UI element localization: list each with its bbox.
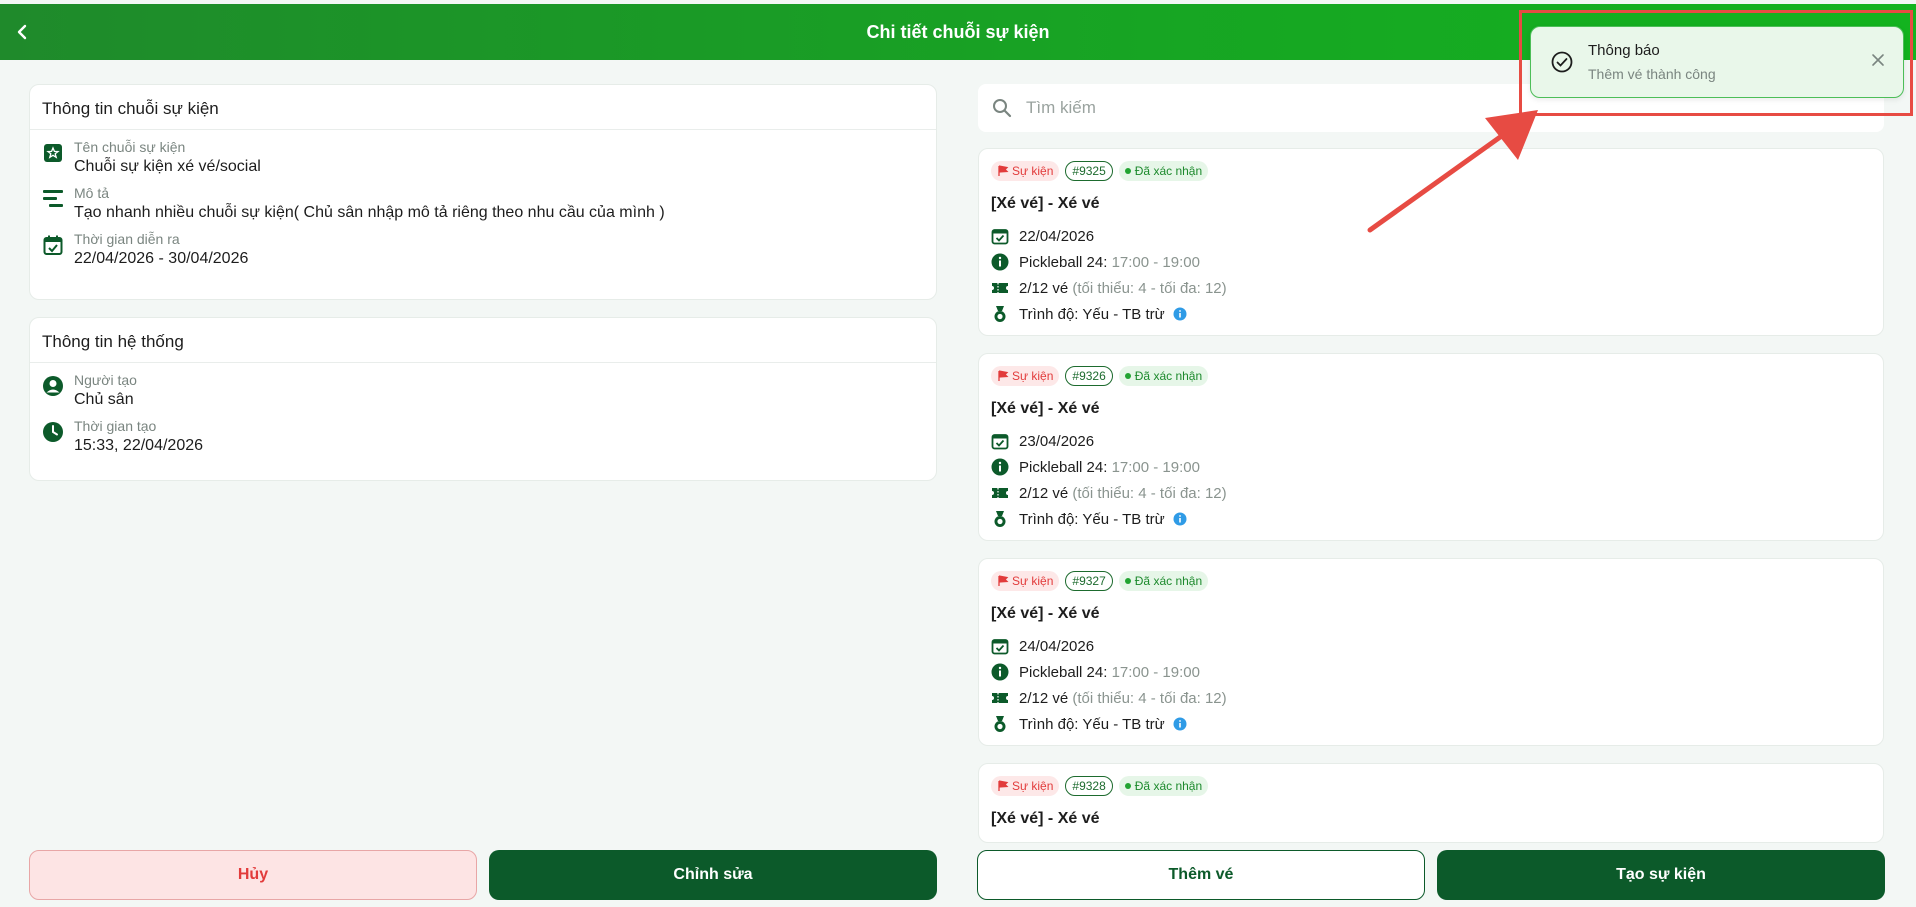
event-tag: Sự kiện bbox=[991, 366, 1060, 386]
description-icon bbox=[43, 190, 63, 207]
series-name-value: Chuỗi sự kiện xé vé/social bbox=[74, 158, 261, 175]
annotation-highlight-box bbox=[1519, 10, 1913, 116]
cancel-button[interactable]: Hủy bbox=[29, 850, 477, 900]
event-court-row: Pickleball 24: 17:00 - 19:00 bbox=[991, 249, 1871, 275]
page-title: Chi tiết chuỗi sự kiện bbox=[866, 21, 1050, 42]
badge-star-icon bbox=[44, 144, 62, 162]
system-info-title: Thông tin hệ thống bbox=[30, 318, 936, 363]
annotation-arrow-icon bbox=[1367, 110, 1538, 233]
info-icon bbox=[991, 253, 1009, 271]
flag-icon bbox=[998, 370, 1009, 381]
creator-value: Chủ sân bbox=[74, 391, 134, 408]
event-id-badge: #9326 bbox=[1065, 366, 1113, 386]
calendar-check-icon bbox=[991, 434, 1009, 450]
series-desc-label: Mô tả bbox=[74, 185, 110, 201]
info-circle-icon[interactable] bbox=[1173, 717, 1187, 731]
event-ticket-row: 2/12 vé (tối thiểu: 4 - tối đa: 12) bbox=[991, 480, 1871, 506]
series-info-title: Thông tin chuỗi sự kiện bbox=[30, 85, 936, 130]
series-time-label: Thời gian diễn ra bbox=[74, 231, 180, 247]
create-event-button[interactable]: Tạo sự kiện bbox=[1437, 850, 1885, 900]
series-name-row: Tên chuỗi sự kiện Chuỗi sự kiện xé vé/so… bbox=[42, 138, 924, 178]
calendar-check-icon bbox=[991, 229, 1009, 245]
series-time-row: Thời gian diễn ra 22/04/2026 - 30/04/202… bbox=[42, 230, 924, 270]
ticket-icon bbox=[992, 693, 1008, 703]
created-time-label: Thời gian tạo bbox=[74, 418, 157, 434]
flag-icon bbox=[998, 780, 1009, 791]
event-card[interactable]: Sự kiện #9328 Đã xác nhận [Xé vé] - Xé v… bbox=[978, 763, 1884, 843]
status-badge: Đã xác nhận bbox=[1118, 161, 1209, 181]
clock-icon bbox=[43, 422, 63, 442]
medal-icon bbox=[994, 511, 1006, 527]
search-icon bbox=[993, 99, 1012, 118]
event-court-row: Pickleball 24: 17:00 - 19:00 bbox=[991, 659, 1871, 685]
event-date-row: 24/04/2026 bbox=[991, 633, 1871, 659]
event-title: [Xé vé] - Xé vé bbox=[991, 810, 1100, 827]
event-level-row: Trình độ: Yếu - TB trừ bbox=[991, 711, 1871, 737]
event-date-row: 23/04/2026 bbox=[991, 428, 1871, 454]
add-ticket-button[interactable]: Thêm vé bbox=[977, 850, 1425, 900]
creator-label: Người tạo bbox=[74, 372, 137, 388]
series-info-panel: Thông tin chuỗi sự kiện Tên chuỗi sự kiệ… bbox=[29, 84, 937, 300]
event-title: [Xé vé] - Xé vé bbox=[991, 605, 1100, 622]
event-ticket-row: 2/12 vé (tối thiểu: 4 - tối đa: 12) bbox=[991, 685, 1871, 711]
event-level-row: Trình độ: Yếu - TB trừ bbox=[991, 506, 1871, 532]
series-desc-row: Mô tả Tạo nhanh nhiều chuỗi sự kiện( Chủ… bbox=[42, 184, 924, 224]
edit-button[interactable]: Chỉnh sửa bbox=[489, 850, 937, 900]
user-icon bbox=[43, 376, 63, 396]
system-info-panel: Thông tin hệ thống Người tạo Chủ sân Thờ… bbox=[29, 317, 937, 481]
ticket-icon bbox=[992, 488, 1008, 498]
search-input[interactable]: Tìm kiếm bbox=[1026, 98, 1096, 118]
info-icon bbox=[991, 663, 1009, 681]
event-id-badge: #9325 bbox=[1065, 161, 1113, 181]
info-circle-icon[interactable] bbox=[1173, 512, 1187, 526]
info-circle-icon[interactable] bbox=[1173, 307, 1187, 321]
event-tag: Sự kiện bbox=[991, 776, 1060, 796]
series-time-value: 22/04/2026 - 30/04/2026 bbox=[74, 250, 249, 267]
event-level-row: Trình độ: Yếu - TB trừ bbox=[991, 301, 1871, 327]
status-badge: Đã xác nhận bbox=[1118, 366, 1209, 386]
status-badge: Đã xác nhận bbox=[1118, 776, 1209, 796]
event-id-badge: #9327 bbox=[1065, 571, 1113, 591]
status-badge: Đã xác nhận bbox=[1118, 571, 1209, 591]
event-id-badge: #9328 bbox=[1065, 776, 1113, 796]
calendar-check-icon bbox=[43, 235, 63, 255]
event-ticket-row: 2/12 vé (tối thiểu: 4 - tối đa: 12) bbox=[991, 275, 1871, 301]
event-card[interactable]: Sự kiện #9326 Đã xác nhận [Xé vé] - Xé v… bbox=[978, 353, 1884, 541]
created-time-value: 15:33, 22/04/2026 bbox=[74, 437, 204, 454]
event-court-row: Pickleball 24: 17:00 - 19:00 bbox=[991, 454, 1871, 480]
calendar-check-icon bbox=[991, 639, 1009, 655]
event-title: [Xé vé] - Xé vé bbox=[991, 400, 1100, 417]
created-time-row: Thời gian tạo 15:33, 22/04/2026 bbox=[42, 417, 924, 457]
back-icon[interactable] bbox=[10, 20, 34, 44]
series-desc-value: Tạo nhanh nhiều chuỗi sự kiện( Chủ sân n… bbox=[74, 204, 665, 221]
flag-icon bbox=[998, 165, 1009, 176]
flag-icon bbox=[998, 575, 1009, 586]
medal-icon bbox=[994, 716, 1006, 732]
event-tag: Sự kiện bbox=[991, 161, 1060, 181]
series-name-label: Tên chuỗi sự kiện bbox=[74, 139, 186, 155]
creator-row: Người tạo Chủ sân bbox=[42, 371, 924, 411]
medal-icon bbox=[994, 306, 1006, 322]
event-card[interactable]: Sự kiện #9327 Đã xác nhận [Xé vé] - Xé v… bbox=[978, 558, 1884, 746]
event-tag: Sự kiện bbox=[991, 571, 1060, 591]
ticket-icon bbox=[992, 283, 1008, 293]
info-icon bbox=[991, 458, 1009, 476]
